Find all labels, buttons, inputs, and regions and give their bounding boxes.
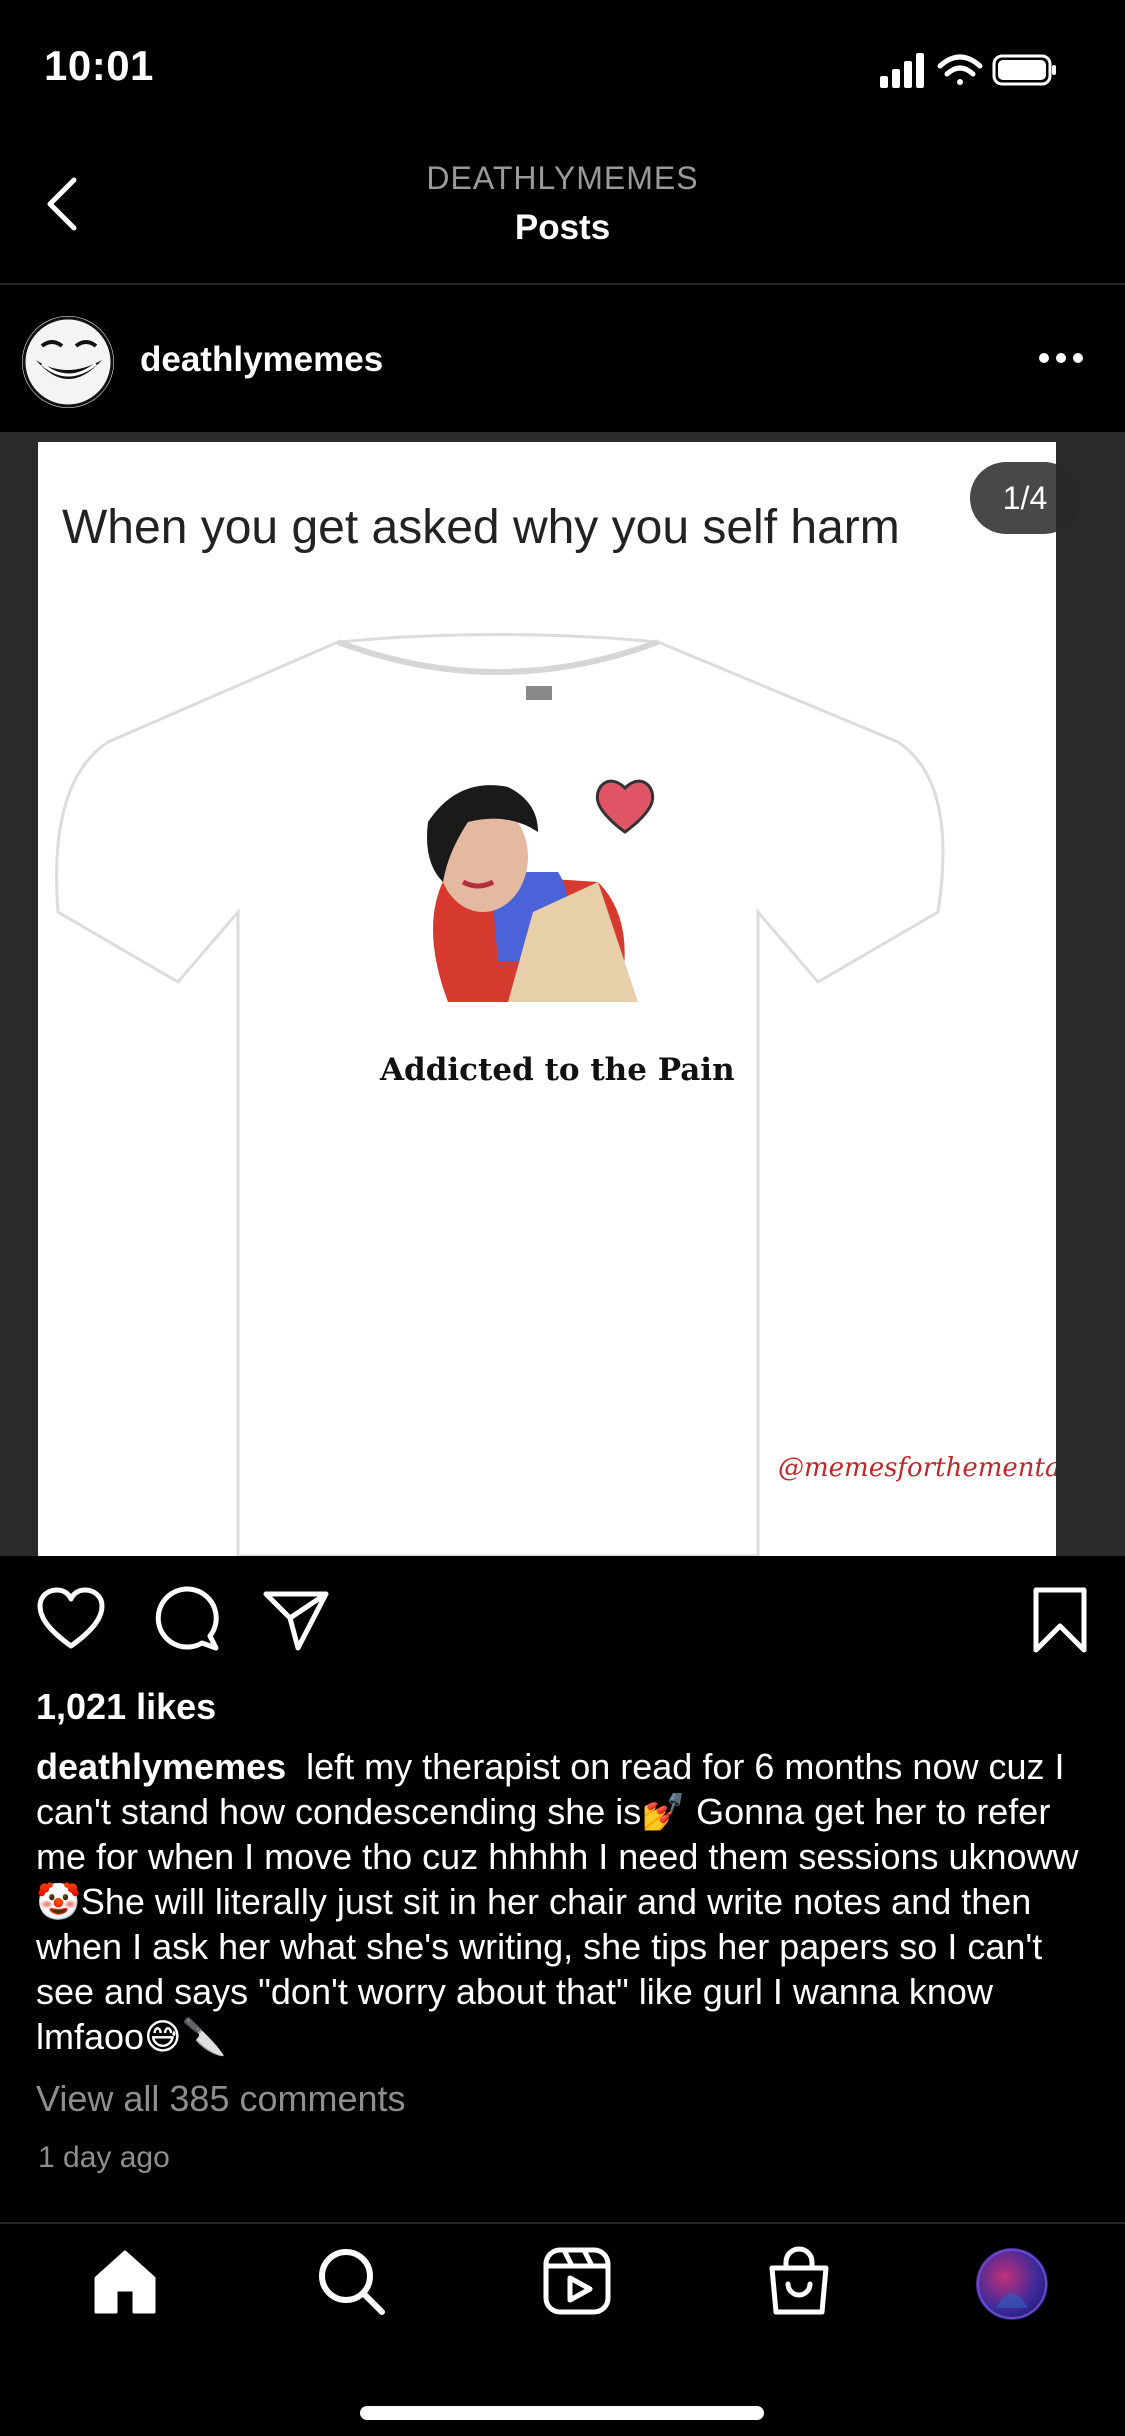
save-button[interactable]	[1032, 1586, 1088, 1656]
nav-reels[interactable]	[542, 2246, 612, 2316]
more-icon	[1039, 353, 1083, 363]
image-watermark: @memesforthementallychill	[778, 1453, 1056, 1483]
nav-shop[interactable]	[764, 2246, 834, 2316]
post-username[interactable]: deathlymemes	[140, 340, 383, 380]
like-button[interactable]	[36, 1586, 106, 1652]
post-caption: deathlymemes left my therapist on read f…	[36, 1744, 1096, 2059]
caption-text: left my therapist on read for 6 months n…	[36, 1746, 1079, 2057]
nav-profile[interactable]	[976, 2248, 1048, 2320]
profile-avatar	[977, 2249, 1047, 2319]
header-divider	[0, 283, 1125, 285]
wifi-icon	[937, 54, 983, 85]
post-timestamp: 1 day ago	[38, 2141, 170, 2174]
post-image[interactable]: When you get asked why you self harm Add…	[38, 442, 1056, 1556]
trollface-avatar-icon	[22, 316, 114, 408]
meme-caption: When you get asked why you self harm	[62, 501, 900, 554]
heart-icon	[37, 1587, 105, 1649]
view-comments-link[interactable]: View all 385 comments	[36, 2078, 406, 2120]
comment-icon	[155, 1586, 219, 1651]
shirt-text: Addicted to the Pain	[380, 1052, 735, 1088]
share-icon	[263, 1591, 329, 1651]
home-indicator	[360, 2406, 764, 2420]
header-subtitle: DEATHLYMEMES	[426, 160, 699, 196]
shop-icon	[769, 2246, 829, 2315]
nav-divider	[0, 2222, 1125, 2224]
nav-home[interactable]	[90, 2246, 160, 2316]
share-button[interactable]	[262, 1588, 330, 1652]
like-count[interactable]: 1,021 likes	[36, 1686, 216, 1728]
avatar[interactable]	[22, 316, 114, 408]
search-icon	[319, 2249, 385, 2315]
carousel-counter: 1/4	[970, 462, 1080, 534]
tshirt-illustration	[55, 633, 945, 1556]
battery-icon	[992, 54, 1056, 86]
status-icons	[880, 53, 1056, 88]
page-title: Posts	[514, 208, 611, 247]
home-icon	[94, 2250, 156, 2314]
signal-icon	[880, 53, 924, 88]
caption-username[interactable]: deathlymemes	[36, 1746, 286, 1787]
more-options-button[interactable]	[1036, 348, 1086, 368]
bookmark-icon	[1033, 1587, 1087, 1653]
comment-button[interactable]	[154, 1586, 220, 1652]
status-time: 10:01	[44, 42, 154, 89]
nav-search[interactable]	[316, 2246, 386, 2316]
reels-icon	[543, 2247, 611, 2315]
